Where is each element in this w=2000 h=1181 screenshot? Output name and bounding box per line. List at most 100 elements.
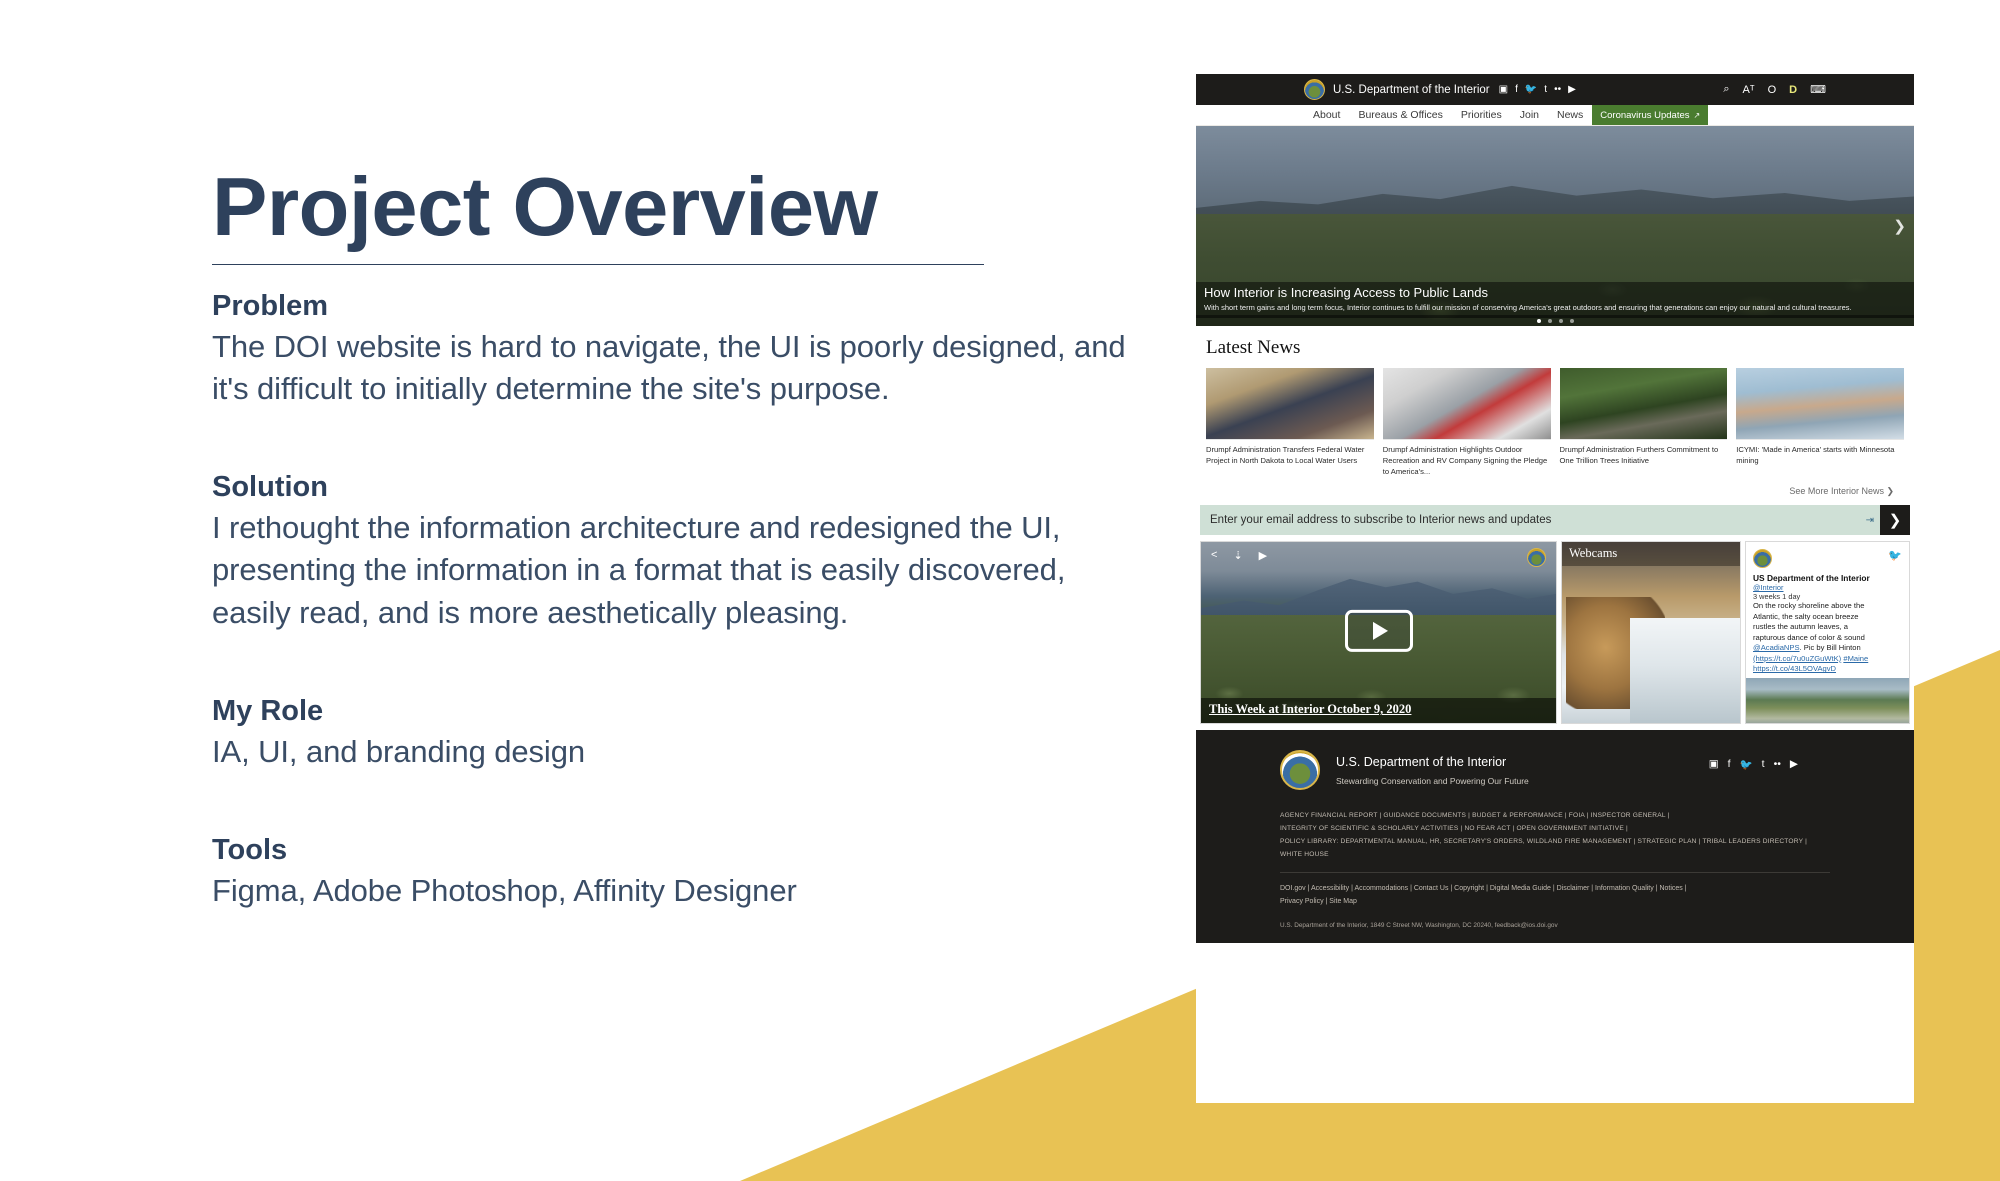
webcam-waterfall [1629,618,1740,724]
carousel-dot-2[interactable] [1547,319,1552,323]
webcams-card[interactable]: Webcams [1561,541,1741,725]
tweet-line-4: rapturous dance of color & sound [1753,632,1865,642]
footer-utility-row-1[interactable]: DOI.gov | Accessibility | Accommodations… [1280,882,1830,895]
twitter-icon[interactable]: 🐦 [1525,84,1537,95]
tumblr-icon[interactable]: t [1762,758,1765,771]
doi-seal-icon [1527,548,1546,568]
footer-names: U.S. Department of the Interior Stewardi… [1336,755,1529,786]
footer-agency-links[interactable]: AGENCY FINANCIAL REPORT | GUIDANCE DOCUM… [1196,790,1914,861]
news-card-title[interactable]: Drumpf Administration Furthers Commitmen… [1560,440,1728,467]
footer-identity: U.S. Department of the Interior Stewardi… [1196,744,1914,791]
news-card-title[interactable]: Drumpf Administration Highlights Outdoor… [1383,440,1551,477]
news-card-image [1382,368,1551,440]
news-card-title[interactable]: ICYMI: 'Made in America' starts with Min… [1736,440,1904,467]
carousel-dot-1[interactable] [1536,319,1541,323]
hero-carousel-dots[interactable] [1196,315,1914,326]
subscribe-submit-button[interactable]: ❯ [1880,505,1910,536]
tweet-photo-link[interactable]: (https://t.co/7u0uZGuWtK) [1753,654,1841,663]
carousel-dot-3[interactable] [1558,319,1563,323]
site-topbar: U.S. Department of the Interior ▣ f 🐦 t … [1196,74,1914,105]
footer-links-row-1[interactable]: AGENCY FINANCIAL REPORT | GUIDANCE DOCUM… [1280,810,1830,823]
hero-subtitle: With short term gains and long term focu… [1204,303,1852,313]
news-card-title[interactable]: Drumpf Administration Transfers Federal … [1206,440,1374,467]
footer-social-links[interactable]: ▣ f 🐦 t •• ▶ [1709,758,1798,771]
footer-links-row-2[interactable]: INTEGRITY OF SCIENTIFIC & SCHOLARLY ACTI… [1280,823,1830,836]
section-body-my-role: IA, UI, and branding design [212,733,585,769]
twitter-account-name: US Department of the Interior [1753,573,1870,584]
flickr-icon[interactable]: •• [1774,758,1781,771]
tweet-line-1: On the rocky shoreline above the [1753,601,1865,611]
tweet-hashtag-link[interactable]: #Maine [1843,654,1868,663]
twitter-handle[interactable]: @Interior [1746,583,1909,592]
youtube-icon[interactable]: ▶ [1259,549,1267,562]
font-size-icon[interactable]: Aᵀ [1742,84,1754,96]
accessibility-tools[interactable]: ⌕ Aᵀ O D ⌨ [1723,83,1826,96]
section-heading-my-role: My Role [212,694,324,727]
see-more-news-link[interactable]: See More Interior News ❯ [1206,477,1904,505]
contrast-icon[interactable]: O [1768,84,1777,96]
play-button-icon[interactable] [1344,609,1413,652]
footer-title: U.S. Department of the Interior [1336,754,1507,769]
section-body-solution: I rethought the information architecture… [212,510,1066,630]
footer-utility-row-2[interactable]: Privacy Policy | Site Map [1280,895,1830,908]
hero-next-arrow-icon[interactable]: ❯ [1893,217,1906,235]
site-main-nav[interactable]: About Bureaus & Offices Priorities Join … [1196,105,1914,126]
search-icon[interactable]: ⌕ [1723,83,1729,96]
youtube-icon[interactable]: ▶ [1568,84,1576,95]
section-tools: Tools Figma, Adobe Photoshop, Affinity D… [212,831,1142,912]
nav-item-about[interactable]: About [1304,105,1349,125]
topbar-social-links[interactable]: ▣ f 🐦 t •• ▶ [1499,84,1576,95]
youtube-icon[interactable]: ▶ [1790,758,1798,771]
video-player-card[interactable]: < ⇣ ▶ This Week at Interior October 9, 2… [1200,541,1557,725]
instagram-icon[interactable]: ▣ [1499,84,1508,95]
tweet-mention-link[interactable]: @AcadiaNPS [1753,643,1800,652]
play-triangle [1373,621,1388,640]
news-card[interactable]: Drumpf Administration Transfers Federal … [1206,368,1374,477]
twitter-feed-card[interactable]: 🐦 US Department of the Interior @Interio… [1745,541,1910,725]
tweet-line-3: rustles the autumn leaves, a [1753,622,1848,632]
tweet-status-link[interactable]: https://t.co/43L5OVAgvD [1753,664,1836,673]
tweet-line-2: Atlantic, the salty ocean breeze [1753,611,1859,621]
share-icon[interactable]: < [1211,549,1217,562]
flickr-icon[interactable]: •• [1554,84,1561,95]
news-card[interactable]: ICYMI: 'Made in America' starts with Min… [1736,368,1904,477]
site-footer: U.S. Department of the Interior Stewardi… [1196,730,1914,944]
external-link-icon: ↗ [1693,110,1701,120]
facebook-icon[interactable]: f [1515,84,1518,95]
nav-item-priorities[interactable]: Priorities [1452,105,1511,125]
project-overview-panel: Project Overview Problem The DOI website… [212,164,1142,912]
news-card[interactable]: Drumpf Administration Furthers Commitmen… [1559,368,1728,477]
subscribe-email-input[interactable]: Enter your email address to subscribe to… [1200,505,1866,535]
section-my-role: My Role IA, UI, and branding design [212,692,1142,773]
keyboard-icon[interactable]: ⌨ [1810,83,1826,96]
latest-news-section: Latest News Drumpf Administration Transf… [1196,326,1914,505]
nav-item-join[interactable]: Join [1511,105,1548,125]
facebook-icon[interactable]: f [1728,758,1731,771]
video-title[interactable]: This Week at Interior October 9, 2020 [1201,698,1556,724]
doi-seal-avatar [1753,549,1772,569]
twitter-icon[interactable]: 🐦 [1740,758,1753,771]
footer-links-row-3[interactable]: POLICY LIBRARY: DEPARTMENTAL MANUAL, HR,… [1280,836,1830,849]
twitter-bird-icon: 🐦 [1888,550,1902,563]
download-icon[interactable]: ⇣ [1233,549,1242,562]
doi-website-mockup: U.S. Department of the Interior ▣ f 🐦 t … [1196,74,1914,1103]
section-solution: Solution I rethought the information arc… [212,468,1142,634]
nav-item-bureaus-offices[interactable]: Bureaus & Offices [1349,105,1451,125]
title-divider [212,263,984,265]
footer-utility-links[interactable]: DOI.gov | Accessibility | Accommodations… [1196,873,1914,909]
tumblr-icon[interactable]: t [1544,84,1547,95]
news-card[interactable]: Drumpf Administration Highlights Outdoor… [1382,368,1551,477]
newsletter-subscribe-bar[interactable]: Enter your email address to subscribe to… [1200,505,1910,536]
footer-links-row-4[interactable]: WHITE HOUSE [1280,849,1830,862]
instagram-icon[interactable]: ▣ [1709,758,1719,771]
doi-seal-icon [1280,750,1320,791]
nav-coronavirus-label: Coronavirus Updates [1600,109,1690,121]
twitter-timestamp: 3 weeks 1 day [1753,592,1801,602]
nav-item-coronavirus-updates[interactable]: Coronavirus Updates ↗ [1592,105,1709,125]
section-body-tools: Figma, Adobe Photoshop, Affinity Designe… [212,873,797,909]
hero-carousel[interactable]: ❯ How Interior is Increasing Access to P… [1196,126,1914,326]
video-action-icons[interactable]: < ⇣ ▶ [1211,549,1267,562]
dyslexia-font-icon[interactable]: D [1789,84,1797,96]
nav-item-news[interactable]: News [1548,105,1592,125]
carousel-dot-4[interactable] [1569,319,1574,323]
